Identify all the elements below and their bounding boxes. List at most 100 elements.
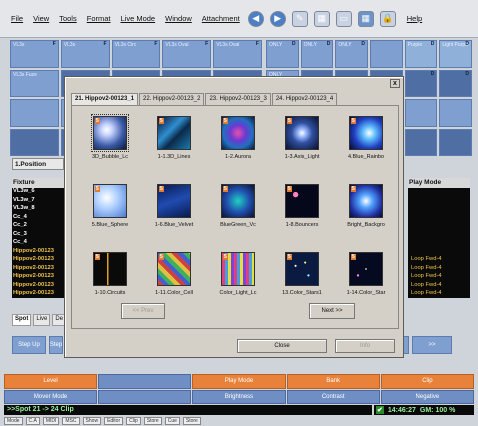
menu-format[interactable]: Format [87, 14, 111, 23]
tab-clip-bank-2[interactable]: 22. Hippov2-00123_2 [139, 93, 205, 105]
grid-cell[interactable]: F VL3s Oval [162, 40, 212, 68]
list-item[interactable]: Loop Fwd-4 [408, 273, 470, 282]
clip-thumbnail[interactable]: 5 1-8.Bouncers [272, 184, 332, 228]
back-icon[interactable]: ◀ [247, 10, 264, 27]
layout-icon[interactable]: ▦ [313, 10, 330, 27]
list-item[interactable] [408, 197, 470, 206]
prev-button[interactable]: << Prev [121, 303, 165, 319]
play-mode-button[interactable]: Play Mode [192, 374, 286, 389]
list-item[interactable]: Hippov2-00123 [12, 282, 64, 291]
clip-thumbnail[interactable]: 5 13.Color_Stars1 [272, 252, 332, 296]
grid-cell[interactable] [370, 40, 403, 68]
clip-thumbnail[interactable]: 5 1-1.3D_Lines [144, 116, 204, 160]
clip-thumbnail[interactable]: 5 1-14.Color_Star [336, 252, 396, 296]
tool-icon[interactable]: ✎ [291, 10, 308, 27]
clip-thumbnail[interactable]: 5 4.Blue_Rainbo [336, 116, 396, 160]
clip-thumbnail[interactable]: 5 Bright_Backgro [336, 184, 396, 228]
list-item[interactable] [408, 231, 470, 240]
grid-cell[interactable] [439, 99, 472, 127]
clip-button[interactable]: Clip [380, 374, 474, 389]
grid-cell[interactable] [439, 128, 472, 156]
grid-cell[interactable]: D ONLY [335, 40, 368, 68]
grid-cell[interactable] [10, 128, 59, 156]
menu-view[interactable]: View [33, 14, 49, 23]
list-item[interactable]: Loop Fwd-4 [408, 290, 470, 299]
grid-cell[interactable]: D ONLY [266, 40, 299, 68]
list-item[interactable]: Loop Fwd-4 [408, 265, 470, 274]
step-button[interactable]: Step [49, 336, 63, 354]
status-ca[interactable]: C.A [25, 417, 40, 425]
tab-spot[interactable]: Spot [12, 314, 32, 326]
clip-thumbnail[interactable]: 5 5.Blue_Sphere [80, 184, 140, 228]
menu-file[interactable]: File [11, 14, 23, 23]
list-item[interactable] [408, 239, 470, 248]
blank-button-2[interactable] [98, 389, 192, 404]
tab-clip-bank-1[interactable]: 21. Hippov2-00123_1 [71, 93, 139, 105]
mover-mode-button[interactable]: Mover Mode [4, 389, 98, 404]
status-midi[interactable]: MIDI [42, 417, 60, 425]
negative-button[interactable]: Negative [380, 389, 474, 404]
brightness-button[interactable]: Brightness [192, 389, 286, 404]
menu-live-mode[interactable]: Live Mode [121, 14, 156, 23]
clip-thumbnail[interactable]: 5 1-2.Aurora [208, 116, 268, 160]
list-item[interactable] [408, 205, 470, 214]
grid-cell[interactable]: D Purple [404, 40, 438, 68]
list-item[interactable]: Hippov2-00123 [12, 248, 64, 257]
list-item[interactable] [408, 214, 470, 223]
status-msc[interactable]: MSC [62, 417, 80, 425]
grid-cell[interactable] [404, 99, 438, 127]
clip-thumbnail[interactable]: 5 1-6.Blue_Velvet [144, 184, 204, 228]
clip-thumbnail[interactable]: 5 3D_Bubble_Lc [80, 114, 140, 160]
list-item[interactable]: Cc_3 [12, 231, 64, 240]
grid-cell[interactable]: F VL3s [10, 40, 59, 68]
grid-icon[interactable]: ▦ [357, 10, 374, 27]
list-item[interactable]: VL3w_6 [12, 188, 64, 197]
window-icon[interactable]: ▭ [335, 10, 352, 27]
list-item[interactable]: Hippov2-00123 [12, 265, 64, 274]
step-up-button[interactable]: Step Up [12, 336, 46, 354]
clip-thumbnail[interactable]: 5 1-11.Color_Cell [144, 252, 204, 296]
status-editor[interactable]: Editor [104, 417, 124, 425]
grid-cell[interactable]: D [439, 69, 472, 97]
bank-button[interactable]: Bank [286, 374, 380, 389]
grid-cell[interactable]: D [404, 69, 438, 97]
grid-cell[interactable] [10, 99, 59, 127]
status-show[interactable]: Show [82, 417, 102, 425]
grid-cell[interactable]: F VL3s [60, 40, 110, 68]
list-item[interactable]: Cc_4 [12, 214, 64, 223]
list-item[interactable]: VL3w_8 [12, 205, 64, 214]
dialog-close-icon[interactable]: x [390, 79, 400, 88]
next-step-button[interactable]: >> [412, 336, 452, 354]
info-button[interactable]: Info [335, 339, 395, 353]
grid-cell[interactable]: F VL3s Circ [111, 40, 161, 68]
contrast-button[interactable]: Contrast [286, 389, 380, 404]
clip-thumbnail[interactable]: 5 Color_Light_Lc [208, 252, 268, 296]
tab-clip-bank-3[interactable]: 23. Hippov2-00123_3 [205, 93, 271, 105]
menu-window[interactable]: Window [165, 14, 192, 23]
status-store[interactable]: Store [143, 417, 162, 425]
tab-live[interactable]: Live [33, 314, 51, 326]
list-item[interactable]: Loop Fwd-4 [408, 282, 470, 291]
grid-cell[interactable]: D ONLY [300, 40, 334, 68]
lock-icon[interactable]: 🔒 [379, 10, 396, 27]
status-clip[interactable]: Clip [126, 417, 141, 425]
clip-thumbnail[interactable]: 5 1-3.Axis_Light [272, 116, 332, 160]
level-button[interactable]: Level [4, 374, 98, 389]
list-item[interactable]: Hippov2-00123 [12, 273, 64, 282]
status-mode[interactable]: Mode [4, 417, 23, 425]
menu-tools[interactable]: Tools [59, 14, 77, 23]
list-item[interactable]: Hippov2-00123 [12, 256, 64, 265]
clip-thumbnail[interactable]: 5 BlueGreen_Vc [208, 184, 268, 228]
list-item[interactable]: VL3w_7 [12, 197, 64, 206]
forward-icon[interactable]: ▶ [269, 10, 286, 27]
tab-clip-bank-4[interactable]: 24. Hippov2-00123_4 [271, 93, 338, 105]
status-cue[interactable]: Cue [164, 417, 180, 425]
menu-attachment[interactable]: Attachment [202, 14, 240, 23]
close-button[interactable]: Close [237, 339, 327, 353]
tab-position[interactable]: 1.Position [12, 158, 64, 170]
next-button[interactable]: Next >> [309, 303, 355, 319]
list-item[interactable] [408, 222, 470, 231]
status-store-2[interactable]: Store [182, 417, 201, 425]
command-line[interactable]: >>Spot 21 -> 24 Clip [4, 405, 372, 415]
grid-cell[interactable]: D Light Purple [439, 40, 472, 68]
